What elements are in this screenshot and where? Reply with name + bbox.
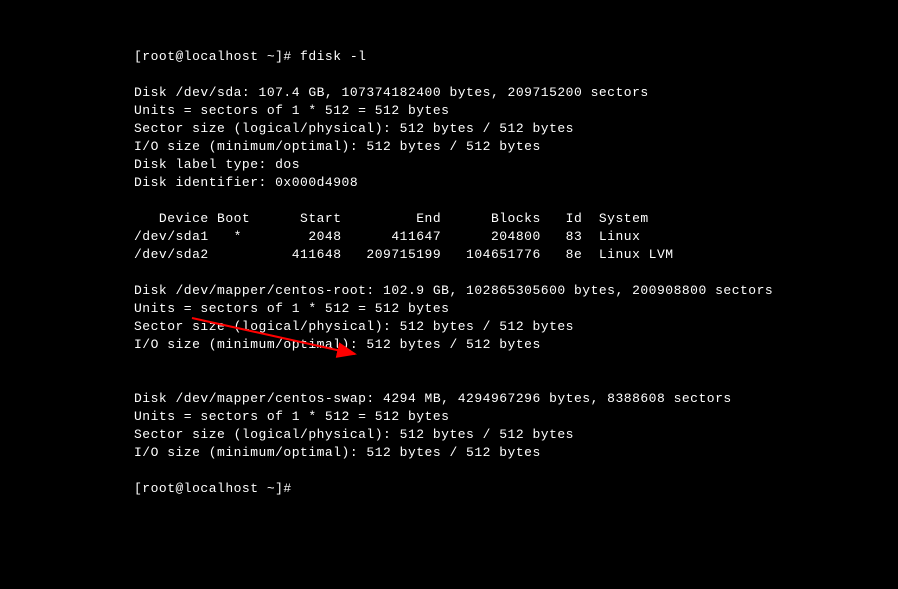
disk-root-units: Units = sectors of 1 * 512 = 512 bytes — [134, 301, 449, 316]
partition-row-sda2: /dev/sda2 411648 209715199 104651776 8e … — [134, 247, 674, 262]
disk-root-io: I/O size (minimum/optimal): 512 bytes / … — [134, 337, 541, 352]
disk-sda-header: Disk /dev/sda: 107.4 GB, 107374182400 by… — [134, 85, 649, 100]
shell-prompt-idle: [root@localhost ~]# — [134, 481, 292, 496]
disk-swap-io: I/O size (minimum/optimal): 512 bytes / … — [134, 445, 541, 460]
disk-root-header: Disk /dev/mapper/centos-root: 102.9 GB, … — [134, 283, 773, 298]
terminal-output: [root@localhost ~]# fdisk -l Disk /dev/s… — [0, 0, 898, 498]
partition-row-sda1: /dev/sda1 * 2048 411647 204800 83 Linux — [134, 229, 640, 244]
shell-prompt-line: [root@localhost ~]# fdisk -l — [134, 49, 366, 64]
disk-sda-units: Units = sectors of 1 * 512 = 512 bytes — [134, 103, 449, 118]
disk-sda-io: I/O size (minimum/optimal): 512 bytes / … — [134, 139, 541, 154]
disk-swap-sector: Sector size (logical/physical): 512 byte… — [134, 427, 574, 442]
partition-table-header: Device Boot Start End Blocks Id System — [134, 211, 649, 226]
disk-sda-sector: Sector size (logical/physical): 512 byte… — [134, 121, 574, 136]
disk-swap-units: Units = sectors of 1 * 512 = 512 bytes — [134, 409, 449, 424]
disk-sda-identifier: Disk identifier: 0x000d4908 — [134, 175, 358, 190]
disk-root-sector: Sector size (logical/physical): 512 byte… — [134, 319, 574, 334]
disk-sda-label: Disk label type: dos — [134, 157, 300, 172]
disk-swap-header: Disk /dev/mapper/centos-swap: 4294 MB, 4… — [134, 391, 732, 406]
